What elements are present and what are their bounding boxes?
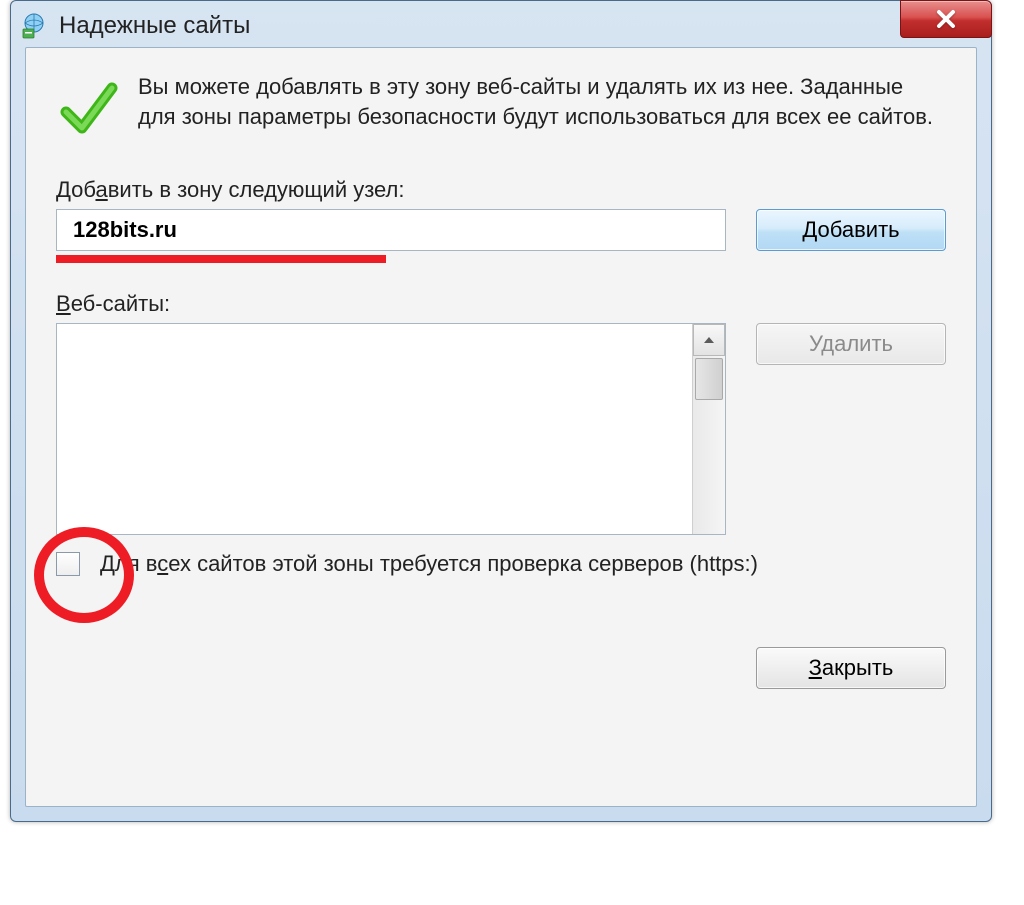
scrollbar	[692, 324, 725, 534]
dialog-body: Вы можете добавлять в эту зону веб-сайты…	[25, 47, 977, 807]
window-title: Надежные сайты	[59, 12, 250, 40]
trusted-sites-dialog: Надежные сайты Вы можете добавлять в эту…	[10, 0, 992, 822]
add-input-label: Добавить в зону следующий узел:	[56, 177, 946, 203]
scroll-up-button[interactable]	[693, 324, 725, 356]
site-url-input[interactable]	[56, 209, 726, 251]
close-window-button[interactable]	[900, 0, 992, 38]
scroll-thumb[interactable]	[695, 358, 723, 400]
titlebar: Надежные сайты	[11, 1, 991, 47]
sites-listbox[interactable]	[56, 323, 726, 535]
https-required-checkbox[interactable]	[56, 552, 80, 576]
close-button[interactable]: Закрыть	[756, 647, 946, 689]
dialog-description: Вы можете добавлять в эту зону веб-сайты…	[138, 72, 946, 131]
https-required-label: Для всех сайтов этой зоны требуется пров…	[100, 551, 758, 577]
close-icon	[934, 7, 958, 31]
trusted-sites-icon	[21, 13, 47, 39]
chevron-up-icon	[703, 336, 715, 344]
remove-button: Удалить	[756, 323, 946, 365]
checkmark-icon	[56, 78, 120, 147]
annotation-underline	[56, 255, 386, 263]
add-button[interactable]: Добавить	[756, 209, 946, 251]
sites-list-label: Веб-сайты:	[56, 291, 946, 317]
